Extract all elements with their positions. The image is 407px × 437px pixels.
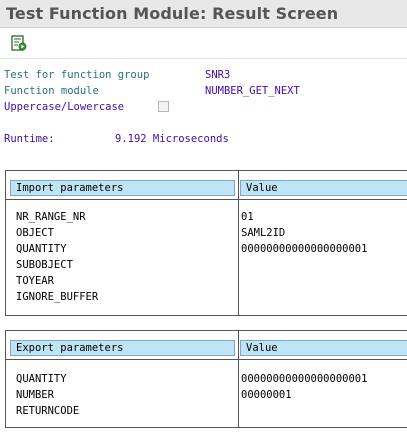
runtime-label: Runtime: bbox=[4, 133, 55, 145]
function-group-value: SNR3 bbox=[205, 69, 231, 81]
import-value-header: Value bbox=[240, 180, 407, 196]
header-divider bbox=[6, 359, 407, 360]
export-param-name: RETURNCODE bbox=[16, 405, 80, 417]
export-parameters-header: Export parameters bbox=[10, 340, 235, 356]
header-divider bbox=[6, 199, 407, 200]
export-param-name: NUMBER bbox=[16, 389, 54, 401]
import-param-value: 01 bbox=[241, 211, 254, 223]
column-divider bbox=[238, 331, 239, 427]
uppercase-lowercase-checkbox[interactable] bbox=[158, 101, 169, 112]
function-group-label: Test for function group bbox=[4, 69, 150, 81]
import-param-name: OBJECT bbox=[16, 227, 54, 239]
import-param-name: NR_RANGE_NR bbox=[16, 211, 86, 223]
import-param-name: SUBOBJECT bbox=[16, 259, 73, 271]
column-divider bbox=[238, 171, 239, 315]
execute-list-icon[interactable] bbox=[9, 34, 29, 54]
title-bar: Test Function Module: Result Screen bbox=[0, 0, 407, 28]
import-param-name: IGNORE_BUFFER bbox=[16, 291, 99, 303]
import-param-value: 00000000000000000001 bbox=[241, 243, 368, 255]
uppercase-lowercase-label: Uppercase/Lowercase bbox=[4, 101, 125, 113]
import-param-value: SAML2ID bbox=[241, 227, 286, 239]
import-param-name: TOYEAR bbox=[16, 275, 54, 287]
function-module-value: NUMBER_GET_NEXT bbox=[205, 85, 300, 97]
import-parameters-panel: Import parameters Value NR_RANGE_NR 01 O… bbox=[5, 170, 407, 316]
import-parameters-header: Import parameters bbox=[10, 180, 235, 196]
import-param-name: QUANTITY bbox=[16, 243, 67, 255]
window-title: Test Function Module: Result Screen bbox=[6, 4, 339, 23]
export-param-name: QUANTITY bbox=[16, 373, 67, 385]
function-module-label: Function module bbox=[4, 85, 99, 97]
export-param-value: 00000000000000000001 bbox=[241, 373, 368, 385]
export-parameters-panel: Export parameters Value QUANTITY 0000000… bbox=[5, 330, 407, 428]
export-value-header: Value bbox=[240, 340, 407, 356]
export-param-value: 00000001 bbox=[241, 389, 292, 401]
runtime-value: 9.192 Microseconds bbox=[115, 133, 229, 145]
application-toolbar bbox=[0, 29, 407, 59]
